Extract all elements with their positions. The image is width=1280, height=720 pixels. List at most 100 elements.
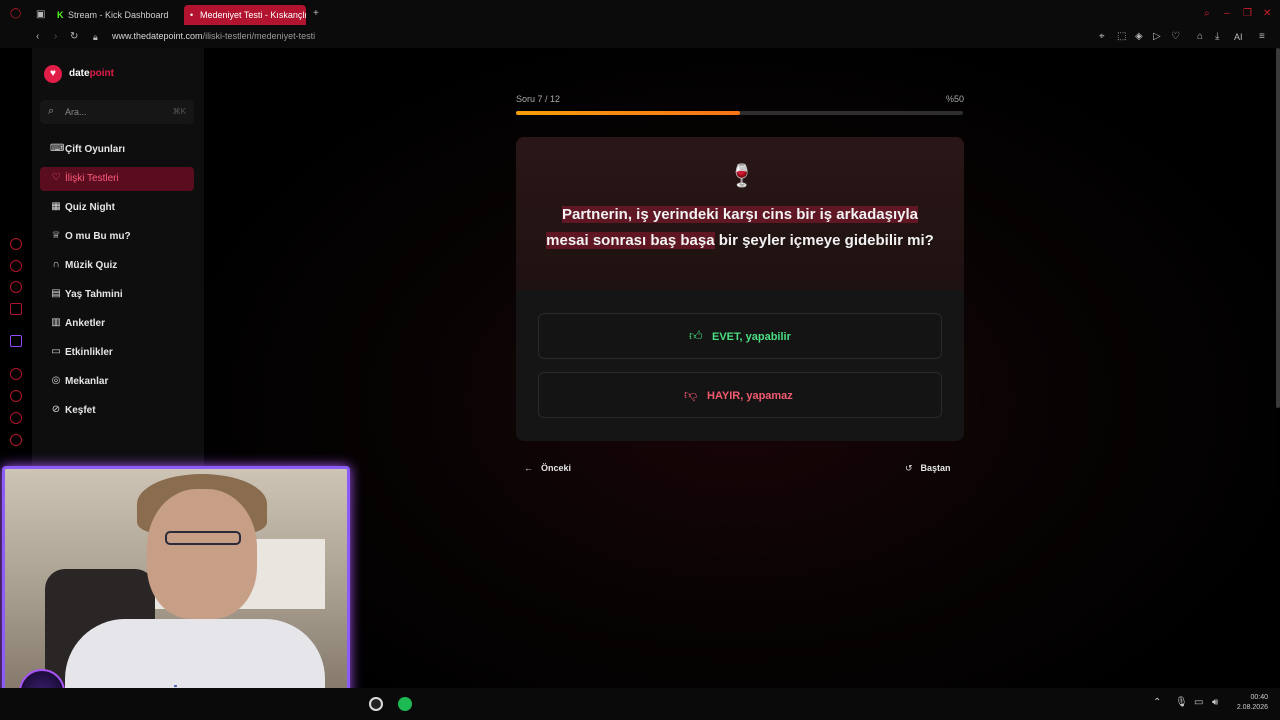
twitch-rail-icon[interactable]	[10, 335, 22, 347]
sidebar-item-label: Etkinlikler	[65, 347, 113, 358]
extensions-rail-icon[interactable]	[10, 412, 22, 424]
search-input[interactable]: ⌕ Ara... ⌘K	[40, 100, 194, 124]
page-scrollbar[interactable]	[1276, 48, 1280, 408]
tray-chevron-icon[interactable]: ⌃	[1153, 697, 1161, 708]
bar-chart-icon: ▥	[51, 317, 61, 328]
tab-medeniyet-testi[interactable]: • Medeniyet Testi - Kıskançlı	[184, 5, 306, 25]
wallet-icon[interactable]: ⌂	[1197, 31, 1203, 43]
tab-workspace-icon[interactable]: ▣	[36, 9, 45, 21]
clock-date: 2.08.2026	[1236, 704, 1268, 711]
progress-bar-fill	[516, 111, 740, 115]
sidebar-item-kesfet[interactable]: ⊘ Keşfet	[40, 399, 194, 423]
previous-button[interactable]: ← Önceki	[524, 463, 571, 473]
forward-icon[interactable]: ›	[54, 31, 57, 43]
sidebar-item-quiz-night[interactable]: ▦ Quiz Night	[40, 196, 194, 220]
os-taskbar	[0, 688, 1280, 720]
kick-favicon-icon: K	[57, 10, 64, 20]
restore-icon[interactable]: ❐	[1243, 8, 1252, 20]
reload-icon[interactable]: ↻	[70, 31, 78, 43]
close-window-icon[interactable]: ✕	[1263, 8, 1271, 20]
download-icon[interactable]: ⤓	[1215, 31, 1219, 43]
restart-icon: ↺	[905, 463, 913, 473]
sidebar-item-muzik-quiz[interactable]: ∩ Müzik Quiz	[40, 254, 194, 278]
sidebar-item-o-mu-bu-mu[interactable]: ♕ O mu Bu mu?	[40, 225, 194, 249]
url-field[interactable]: www.thedatepoint.com/iliski-testleri/med…	[112, 31, 315, 41]
network-icon[interactable]: ▭	[1194, 697, 1203, 708]
tab-kick-dashboard[interactable]: K Stream - Kick Dashboard	[52, 5, 178, 25]
site-logo[interactable]: datepoint	[69, 68, 114, 79]
map-pin-icon: ◎	[51, 375, 61, 386]
sidebar-item-yas-tahmini[interactable]: ▤ Yaş Tahmini	[40, 283, 194, 307]
compass-icon: ⊘	[51, 404, 61, 415]
sidebar-item-label: Keşfet	[65, 405, 96, 416]
player-rail-icon[interactable]	[10, 368, 22, 380]
history-rail-icon[interactable]	[10, 390, 22, 402]
datepoint-favicon-icon: •	[190, 10, 194, 20]
spotify-taskbar-icon[interactable]	[398, 697, 412, 711]
answer-no-button[interactable]: 👎︎ HAYIR, yapamaz	[538, 372, 942, 418]
ticket-icon: ▭	[51, 346, 61, 357]
sidebar-item-etkinlikler[interactable]: ▭ Etkinlikler	[40, 341, 194, 365]
settings-rail-icon[interactable]	[10, 434, 22, 446]
ai-rail-icon[interactable]	[10, 238, 22, 250]
wine-glass-icon: 🍷	[728, 163, 756, 188]
obs-taskbar-icon[interactable]	[369, 697, 383, 711]
arrow-left-icon: ←	[524, 463, 533, 473]
calendar-icon: ▤	[51, 288, 61, 299]
clock-time: 00:40	[1250, 694, 1268, 701]
sidebar-item-label: Mekanlar	[65, 376, 109, 387]
grid-icon: ▦	[51, 201, 61, 212]
sidebar-item-label: Yaş Tahmini	[65, 289, 123, 300]
heart-bookmark-icon[interactable]: ♡	[1171, 31, 1180, 43]
gamepad-icon: ⌨	[50, 143, 65, 154]
ai-button[interactable]: AI	[1234, 31, 1243, 43]
restart-button[interactable]: ↺ Baştan	[905, 463, 951, 474]
menu-icon[interactable]: ≡	[1259, 31, 1265, 43]
play-icon[interactable]: ▷	[1153, 31, 1161, 43]
logo-text-point: point	[89, 68, 114, 79]
sidebar-item-cift-oyunlari[interactable]: ⌨ Çift Oyunları	[40, 138, 194, 162]
datepoint-logo-icon[interactable]: ♥	[44, 65, 62, 83]
answer-yes-label: EVET, yapabilir	[712, 331, 791, 343]
messenger-rail-icon[interactable]	[10, 303, 22, 315]
search-icon: ⌕	[48, 105, 55, 117]
system-clock[interactable]: 00:40 2.08.2026	[1237, 693, 1268, 713]
microphone-icon[interactable]: 🎙︎	[1175, 697, 1188, 708]
webcam-glasses	[165, 531, 241, 545]
question-card: 🍷 Partnerin, iş yerindeki karşı cins bir…	[516, 137, 964, 441]
heart-icon: ♡	[51, 172, 61, 183]
address-bar: ‹ › ↻ 🔒︎ www.thedatepoint.com/iliski-tes…	[0, 28, 1280, 48]
restart-label: Baştan	[920, 463, 951, 473]
sidebar-item-label: O mu Bu mu?	[65, 231, 131, 242]
sidebar-item-label: Müzik Quiz	[65, 260, 118, 271]
sidebar-item-label: Anketler	[65, 318, 106, 329]
shopping-rail-icon[interactable]	[10, 260, 22, 272]
webcam-overlay: miay	[2, 466, 350, 716]
answer-yes-button[interactable]: 👍︎ EVET, yapabilir	[538, 313, 942, 359]
trophy-icon: ♕	[51, 230, 61, 241]
search-tabs-icon[interactable]: ⌕	[1204, 8, 1210, 20]
sidebar-item-label: İlişki Testleri	[65, 173, 119, 184]
shield-icon[interactable]: ◈	[1135, 31, 1143, 43]
pin-icon[interactable]: ⌖	[1099, 31, 1105, 43]
logo-text-date: date	[69, 68, 90, 79]
quiz-main: Soru 7 / 12 %50 🍷 Partnerin, iş yerindek…	[204, 48, 1276, 688]
progress-bar	[516, 111, 963, 115]
volume-icon[interactable]: 🔊︎	[1212, 697, 1218, 708]
url-path: /iliski-testleri/medeniyet-testi	[202, 31, 316, 41]
tab-label: Medeniyet Testi - Kıskançlı	[200, 10, 306, 20]
minimize-icon[interactable]: –	[1224, 8, 1230, 20]
snapshot-icon[interactable]: ⬚	[1117, 31, 1126, 43]
webcam-face	[147, 489, 257, 619]
progress-percent: %50	[946, 94, 965, 104]
sidebar-item-iliski-testleri[interactable]: ♡ İlişki Testleri	[40, 167, 194, 191]
sidebar-item-mekanlar[interactable]: ◎ Mekanlar	[40, 370, 194, 394]
sidebar-item-anketler[interactable]: ▥ Anketler	[40, 312, 194, 336]
answer-no-label: HAYIR, yapamaz	[707, 390, 793, 402]
question-text: Partnerin, iş yerindeki karşı cins bir i…	[540, 202, 940, 254]
back-icon[interactable]: ‹	[36, 31, 39, 43]
wallet-rail-icon[interactable]	[10, 281, 22, 293]
tab-label: Stream - Kick Dashboard	[68, 10, 169, 20]
opera-logo-icon[interactable]: ◯	[10, 8, 21, 20]
new-tab-button[interactable]: +	[313, 8, 319, 20]
